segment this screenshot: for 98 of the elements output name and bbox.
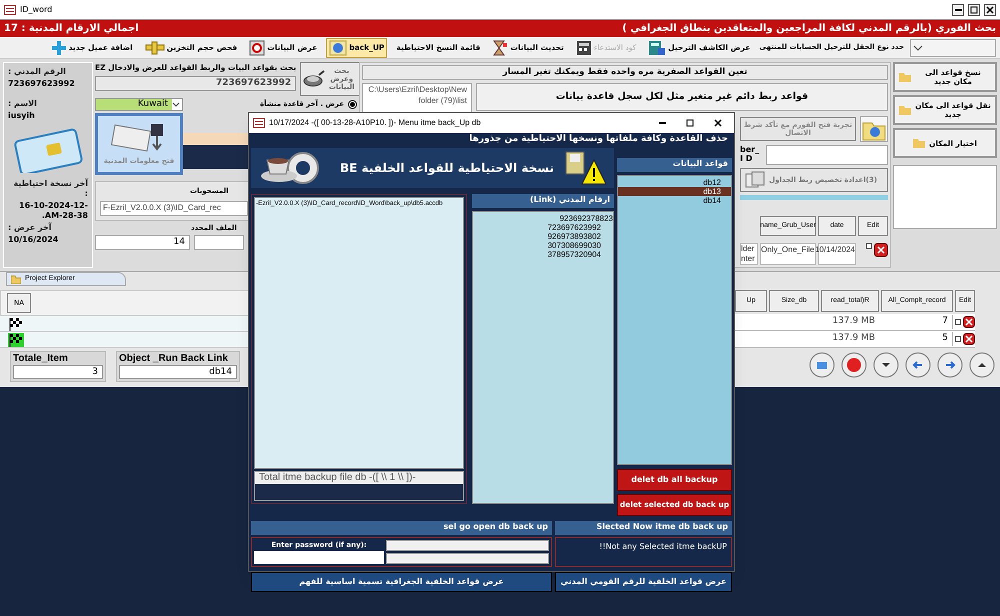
number-field[interactable] bbox=[766, 145, 888, 165]
backups-view-button[interactable]: عرض قواعد الخلفية الجغرافية تسمية اساسية للفهم bbox=[251, 572, 552, 592]
table-cell: 10/14/2024 bbox=[818, 243, 856, 265]
close-button[interactable] bbox=[984, 4, 996, 16]
backups-view-button[interactable]: عرض قواعد الخلفية للرقم القومي المدني bbox=[555, 572, 732, 592]
number-label: ber_I D bbox=[740, 145, 760, 165]
back-link-object-label: Object _Run Back Link bbox=[119, 352, 229, 365]
hourglass-icon bbox=[492, 40, 508, 56]
size-cell-text: 137.9 MB bbox=[831, 315, 876, 328]
save-icon[interactable] bbox=[809, 352, 835, 378]
delete-all-button[interactable]: delet db all backup bbox=[617, 469, 732, 491]
calculator-icon bbox=[576, 40, 592, 56]
row-checkbox[interactable] bbox=[866, 243, 872, 249]
form-icon bbox=[4, 4, 16, 14]
last-backup-label: آخر نسخة احتياطية : bbox=[12, 179, 88, 199]
total-items-label: Totale_Item bbox=[13, 352, 69, 365]
minimize-icon bbox=[954, 8, 962, 10]
maximize-icon bbox=[970, 6, 978, 14]
text-field[interactable] bbox=[194, 235, 244, 250]
table-cell: lder nter bbox=[740, 243, 758, 265]
total-items-field[interactable]: 3 bbox=[13, 365, 103, 379]
minimize-button[interactable] bbox=[952, 4, 964, 16]
form-icon bbox=[253, 118, 265, 128]
name-value: iusyih bbox=[8, 111, 35, 121]
country-dropdown[interactable]: Kuwait bbox=[95, 98, 183, 111]
close-icon bbox=[714, 119, 722, 127]
zero-bases-title: تعين القواعد الصفرية مره واحده فقط ويمكنك تغير المسار bbox=[362, 65, 888, 80]
caret-icon bbox=[172, 102, 180, 108]
calculator-icon bbox=[648, 40, 666, 56]
up-icon[interactable] bbox=[969, 352, 995, 378]
selected-backup-title: Slected Now itme db back up bbox=[555, 521, 732, 535]
stop-icon[interactable] bbox=[841, 352, 867, 378]
selected-file-field[interactable]: 14 bbox=[95, 235, 190, 250]
civil-number-value: 723697623992 bbox=[8, 79, 75, 89]
total-civil-numbers: اجمالي الارقام المدنية : 17 bbox=[4, 22, 139, 36]
search-field[interactable]: 723697623992 bbox=[95, 76, 296, 92]
name-label: الاسم : bbox=[8, 99, 37, 109]
checkered-flag-icon[interactable] bbox=[8, 332, 24, 346]
folder-icon bbox=[11, 274, 21, 284]
path-box[interactable]: C:\Users\Ezril\Desktop\New folder (79)\list bbox=[362, 83, 472, 113]
last-view-value: 10/16/2024 bbox=[8, 235, 58, 245]
selected-backup-message: !!Not any Selected itme backUP bbox=[555, 537, 732, 567]
down-icon[interactable] bbox=[873, 352, 899, 378]
last-backup-value: 16-10-2024-12-28-38-AM. bbox=[18, 201, 88, 221]
dialog-header: حذف القاعدة وكافة ملفاتها ونسخها الاحتياطية من جذورها bbox=[468, 133, 729, 146]
row-checkbox[interactable] bbox=[955, 336, 961, 342]
folder-icon bbox=[899, 105, 911, 115]
list-item[interactable]: 926973893802 bbox=[548, 232, 613, 241]
list-item[interactable]: 923692378823 bbox=[560, 214, 613, 223]
list-item[interactable]: 378957320904 bbox=[548, 250, 613, 259]
permanent-links-title: قواعد ربط دائم غير متغير مثل لكل سجل قاعدة بيانات bbox=[476, 83, 888, 111]
minimize-icon bbox=[658, 122, 666, 124]
ruler-icon bbox=[144, 40, 165, 54]
window-title: ID_word bbox=[20, 4, 54, 16]
maximize-button[interactable] bbox=[968, 4, 980, 16]
open-backup-title: sel go open db back up bbox=[251, 521, 552, 535]
radio-button[interactable] bbox=[348, 100, 357, 109]
backup-total-label: Total itme backup file db -([ \\ 1 \\ ])- bbox=[255, 472, 463, 484]
delete-icon[interactable] bbox=[874, 243, 888, 257]
maximize-icon bbox=[686, 119, 694, 127]
row-checkbox[interactable] bbox=[955, 319, 961, 325]
civil-numbers-list[interactable]: 923692378823 723697623992 926973893802 307308699030 378957320904 bbox=[472, 211, 614, 504]
banner-title: نسخة الاحتياطية للقواعد الخلفية BE bbox=[339, 160, 554, 177]
count-cell: 7 bbox=[881, 315, 953, 329]
text-field[interactable] bbox=[386, 540, 549, 551]
close-icon bbox=[986, 6, 994, 14]
checkered-flag-icon[interactable] bbox=[8, 316, 24, 330]
field-type-dropdown[interactable] bbox=[910, 38, 996, 56]
list-item[interactable]: db13 bbox=[618, 187, 731, 196]
folder-icon bbox=[899, 72, 911, 82]
pan-icon bbox=[303, 70, 326, 88]
folder-icon bbox=[913, 138, 926, 148]
last-view-label: آخر عرض : bbox=[8, 223, 52, 233]
password-field[interactable] bbox=[254, 550, 384, 564]
back-link-object-field[interactable]: db14 bbox=[119, 365, 237, 379]
delete-icon[interactable] bbox=[963, 333, 975, 345]
path-field[interactable]: F-Ezril_V2.0.0.X (3)\ID_Card_rec bbox=[100, 200, 248, 216]
delete-icon[interactable] bbox=[963, 316, 975, 328]
list-item[interactable]: 723697623992 bbox=[548, 223, 613, 232]
list-item[interactable]: db12 bbox=[618, 178, 731, 187]
table-cell: Only_One_File bbox=[760, 243, 816, 265]
list-item[interactable]: db14 bbox=[618, 196, 731, 205]
search-banner-title: بحث الفوري (بالرقم المدني لكافة المراجعين والمتعاقدين بنطاق الجغرافي ) bbox=[622, 22, 996, 36]
gauge-icon bbox=[249, 40, 266, 56]
caret-icon bbox=[913, 44, 923, 52]
databases-list[interactable]: db12 db13 db14 bbox=[617, 175, 732, 465]
globe-icon bbox=[329, 40, 348, 56]
list-item[interactable]: 307308699030 bbox=[548, 241, 613, 250]
civil-number-label: الرقم المدني : bbox=[8, 67, 66, 77]
civil-links-title: ارقام المدني (Link) bbox=[472, 194, 614, 208]
documents-icon bbox=[745, 171, 765, 189]
folder-globe-icon[interactable] bbox=[860, 116, 888, 142]
databases-title: قواعد البيانات bbox=[617, 158, 732, 172]
size-cell-text: 137.9 MB bbox=[831, 332, 876, 346]
text-field[interactable] bbox=[386, 553, 549, 564]
plus-icon bbox=[50, 40, 67, 56]
dialog-title: 10/17/2024 -([ 00-13-28-A10P10. ])- Menu itme back_Up db bbox=[269, 117, 482, 129]
count-cell: 5 bbox=[881, 332, 953, 346]
